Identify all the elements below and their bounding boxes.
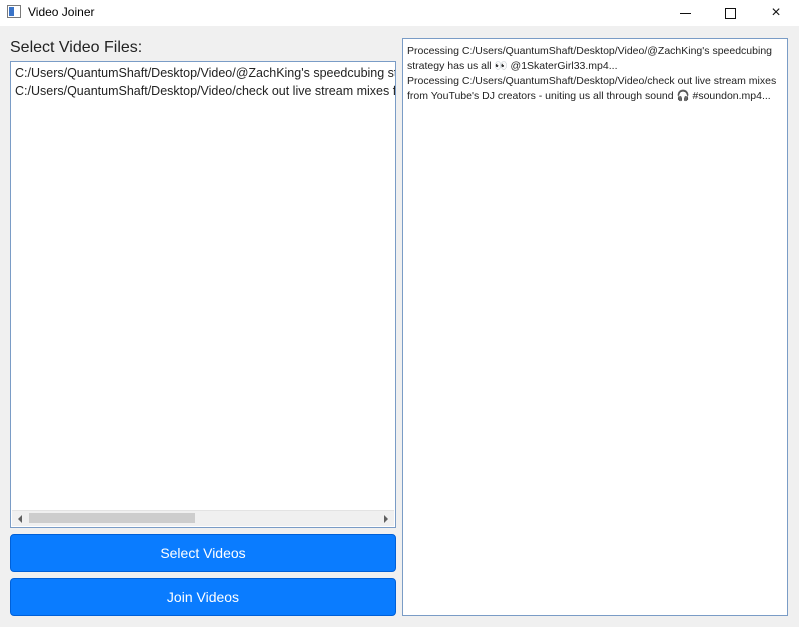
log-line: Processing C:/Users/QuantumShaft/Desktop… xyxy=(407,45,772,72)
minimize-icon xyxy=(679,12,691,14)
maximize-icon xyxy=(724,7,736,19)
chevron-left-icon xyxy=(18,514,22,523)
log-line: Processing C:/Users/QuantumShaft/Desktop… xyxy=(407,75,777,102)
file-listbox[interactable]: C:/Users/QuantumShaft/Desktop/Video/@Zac… xyxy=(10,61,396,528)
scroll-left-button[interactable] xyxy=(12,511,28,526)
close-icon: × xyxy=(771,4,781,21)
app-icon xyxy=(7,5,21,18)
minimize-button[interactable] xyxy=(662,0,708,26)
horizontal-scrollbar[interactable] xyxy=(12,510,394,526)
join-videos-button[interactable]: Join Videos xyxy=(10,578,396,616)
chevron-right-icon xyxy=(384,514,388,523)
scroll-right-button[interactable] xyxy=(378,511,394,526)
processing-log[interactable]: Processing C:/Users/QuantumShaft/Desktop… xyxy=(402,38,788,616)
list-item[interactable]: C:/Users/QuantumShaft/Desktop/Video/chec… xyxy=(15,84,395,99)
select-files-label: Select Video Files: xyxy=(10,39,143,56)
close-button[interactable]: × xyxy=(753,0,799,26)
select-videos-button[interactable]: Select Videos xyxy=(10,534,396,572)
title-bar: Video Joiner × xyxy=(0,0,799,26)
maximize-button[interactable] xyxy=(707,0,753,26)
list-item[interactable]: C:/Users/QuantumShaft/Desktop/Video/@Zac… xyxy=(15,66,395,81)
window-title: Video Joiner xyxy=(28,5,95,19)
scrollbar-thumb[interactable] xyxy=(29,513,195,523)
